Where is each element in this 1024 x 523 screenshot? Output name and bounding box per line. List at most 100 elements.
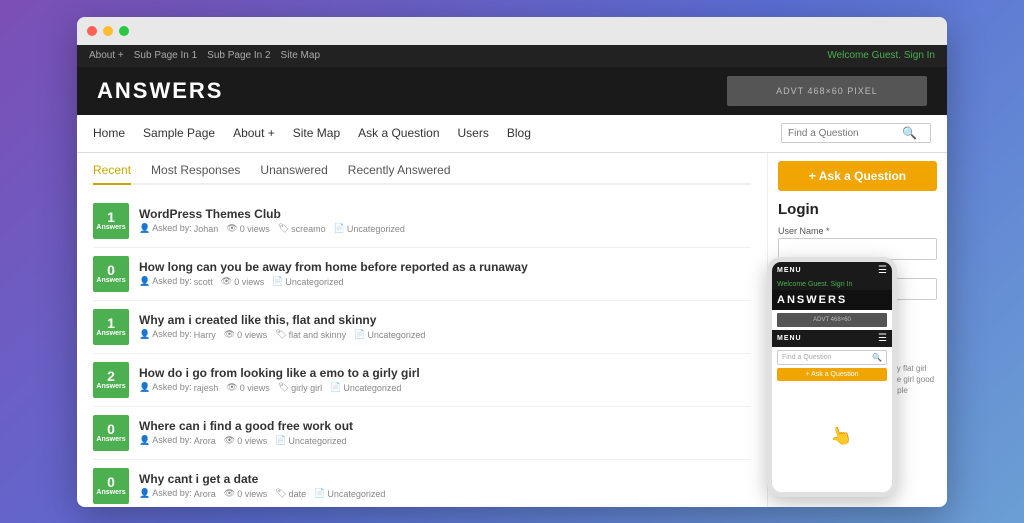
category: 📄 Uncategorized [334, 223, 405, 234]
search-bar[interactable]: 🔍 [781, 123, 931, 143]
asked-by: 👤 Asked by: Johan [139, 223, 218, 234]
asked-by: 👤 Asked by: scott [139, 276, 213, 287]
table-row: 2 Answers How do i go from looking like … [93, 354, 751, 407]
asked-by: 👤 Asked by: Arora [139, 435, 216, 446]
tag: 🏷 screamo [278, 223, 326, 234]
question-tabs: Recent Most Responses Unanswered Recentl… [93, 163, 751, 185]
table-row: 0 Answers How long can you be away from … [93, 248, 751, 301]
tab-unanswered[interactable]: Unanswered [260, 163, 327, 185]
asked-by: 👤 Asked by: rajesh [139, 382, 218, 393]
nav-about[interactable]: About + [233, 126, 275, 140]
asked-by: 👤 Asked by: Harry [139, 329, 216, 340]
mobile-search-icon: 🔍 [872, 353, 882, 362]
question-meta: 👤 Asked by: rajesh 👁 0 views 🏷 girly gir… [139, 382, 751, 393]
ask-question-button[interactable]: + Ask a Question [778, 161, 937, 191]
tag: 🏷 date [275, 488, 306, 499]
topbar: About + Sub Page In 1 Sub Page In 2 Site… [77, 45, 947, 67]
table-row: 0 Answers Why cant i get a date 👤 Asked … [93, 460, 751, 507]
answer-count-badge: 2 Answers [93, 362, 129, 398]
mobile-ad-text: ADVT 468×60 [813, 317, 851, 323]
category: 📄 Uncategorized [275, 435, 346, 446]
answer-count-badge: 0 Answers [93, 468, 129, 504]
topbar-nav: About + Sub Page In 1 Sub Page In 2 Site… [89, 50, 320, 61]
category: 📄 Uncategorized [330, 382, 401, 393]
login-title: Login [778, 201, 937, 218]
topbar-sitemap[interactable]: Site Map [281, 50, 320, 61]
question-title[interactable]: WordPress Themes Club [139, 207, 751, 221]
hamburger-icon[interactable]: ☰ [878, 265, 887, 276]
mobile-menu-label: MENU [777, 267, 802, 274]
username-label: User Name * [778, 226, 937, 236]
question-info: Why cant i get a date 👤 Asked by: Arora … [139, 472, 751, 499]
question-meta: 👤 Asked by: scott 👁 0 views 📄 Uncategori… [139, 276, 751, 287]
mobile-search-placeholder: Find a Question [782, 354, 872, 361]
topbar-subpage1[interactable]: Sub Page In 1 [134, 50, 197, 61]
question-title[interactable]: Where can i find a good free work out [139, 419, 751, 433]
question-title[interactable]: How do i go from looking like a emo to a… [139, 366, 751, 380]
views: 👁 0 views [226, 223, 269, 234]
tab-recently-answered[interactable]: Recently Answered [348, 163, 451, 185]
nav-home[interactable]: Home [93, 126, 125, 140]
browser-body: About + Sub Page In 1 Sub Page In 2 Site… [77, 45, 947, 507]
search-input[interactable] [788, 128, 898, 139]
mobile-site-title: ANSWERS [777, 294, 887, 306]
question-title[interactable]: Why cant i get a date [139, 472, 751, 486]
search-icon: 🔍 [902, 126, 917, 140]
mobile-ask-button[interactable]: + Ask a Question [777, 368, 887, 381]
tab-recent[interactable]: Recent [93, 163, 131, 185]
views: 👁 0 views [221, 276, 264, 287]
maximize-dot[interactable] [119, 26, 129, 36]
answer-count-badge: 0 Answers [93, 256, 129, 292]
minimize-dot[interactable] [103, 26, 113, 36]
nav-blog[interactable]: Blog [507, 126, 531, 140]
nav-ask[interactable]: Ask a Question [358, 126, 439, 140]
nav-users[interactable]: Users [458, 126, 489, 140]
nav-bar: Home Sample Page About + Site Map Ask a … [77, 115, 947, 153]
table-row: 1 Answers Why am i created like this, fl… [93, 301, 751, 354]
question-info: How long can you be away from home befor… [139, 260, 751, 287]
close-dot[interactable] [87, 26, 97, 36]
topbar-about[interactable]: About + [89, 50, 124, 61]
question-info: Why am i created like this, flat and ski… [139, 313, 751, 340]
answer-count-badge: 1 Answers [93, 203, 129, 239]
mobile-welcome: Welcome Guest. Sign In [772, 279, 892, 290]
views: 👁 0 views [224, 435, 267, 446]
mobile-topbar: MENU ☰ [772, 262, 892, 279]
views: 👁 0 views [224, 329, 267, 340]
category: 📄 Uncategorized [272, 276, 343, 287]
tag: 🏷 flat and skinny [275, 329, 346, 340]
mobile-search-bar[interactable]: Find a Question 🔍 [777, 350, 887, 365]
tag: 🏷 girly girl [278, 382, 322, 393]
question-info: Where can i find a good free work out 👤 … [139, 419, 751, 446]
topbar-welcome: Welcome Guest. Sign In [827, 50, 935, 61]
mobile-menu-bar: MENU ☰ [772, 330, 892, 347]
question-title[interactable]: How long can you be away from home befor… [139, 260, 751, 274]
question-meta: 👤 Asked by: Arora 👁 0 views 🏷 date 📄 Unc… [139, 488, 751, 499]
nav-links: Home Sample Page About + Site Map Ask a … [93, 126, 531, 140]
category: 📄 Uncategorized [314, 488, 385, 499]
question-title[interactable]: Why am i created like this, flat and ski… [139, 313, 751, 327]
browser-chrome [77, 17, 947, 45]
ad-banner: ADVT 468×60 PIXEL [727, 76, 927, 106]
mobile-title-bar: ANSWERS [772, 290, 892, 310]
topbar-subpage2[interactable]: Sub Page In 2 [207, 50, 270, 61]
mobile-signin[interactable]: Sign In [831, 281, 853, 288]
tab-most-responses[interactable]: Most Responses [151, 163, 240, 185]
answer-count-badge: 0 Answers [93, 415, 129, 451]
question-list: 1 Answers WordPress Themes Club 👤 Asked … [93, 195, 751, 507]
question-info: WordPress Themes Club 👤 Asked by: Johan … [139, 207, 751, 234]
asked-by: 👤 Asked by: Arora [139, 488, 216, 499]
topbar-signin[interactable]: Sign In [904, 50, 935, 61]
nav-sample[interactable]: Sample Page [143, 126, 215, 140]
category: 📄 Uncategorized [354, 329, 425, 340]
views: 👁 0 views [226, 382, 269, 393]
username-group: User Name * [778, 226, 937, 260]
answer-count-badge: 1 Answers [93, 309, 129, 345]
site-header: ANSWERS ADVT 468×60 PIXEL [77, 67, 947, 115]
mobile-hamburger-icon2[interactable]: ☰ [878, 333, 887, 344]
nav-sitemap[interactable]: Site Map [293, 126, 340, 140]
question-meta: 👤 Asked by: Arora 👁 0 views 📄 Uncategori… [139, 435, 751, 446]
site-title: ANSWERS [97, 78, 223, 104]
mobile-mockup: MENU ☰ Welcome Guest. Sign In ANSWERS AD… [767, 257, 897, 497]
question-info: How do i go from looking like a emo to a… [139, 366, 751, 393]
